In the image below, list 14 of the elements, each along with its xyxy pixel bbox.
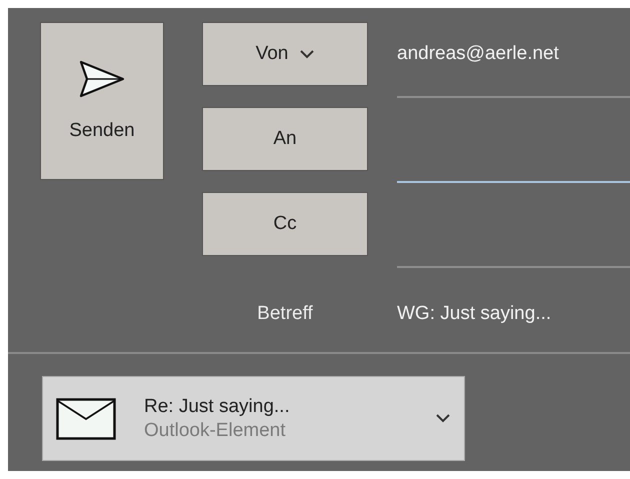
- attachment-name: Re: Just saying...: [144, 396, 291, 418]
- chevron-down-icon: [436, 414, 450, 423]
- subject-label: Betreff: [256, 303, 314, 325]
- caret-icon: [300, 50, 314, 58]
- address-field[interactable]: andreas@aerle.net: [397, 22, 630, 98]
- from-dropdown[interactable]: Von: [202, 22, 368, 86]
- envelope-icon: [56, 398, 116, 440]
- attachment-card[interactable]: Re: Just saying... Outlook-Element: [42, 376, 465, 461]
- address-button[interactable]: An: [202, 107, 368, 171]
- address-button[interactable]: Cc: [202, 192, 368, 256]
- subject-field[interactable]: WG: Just saying...: [397, 303, 630, 325]
- send-icon: [79, 60, 125, 98]
- attachment-type: Outlook-Element: [144, 420, 287, 442]
- send-button[interactable]: Senden: [40, 22, 164, 180]
